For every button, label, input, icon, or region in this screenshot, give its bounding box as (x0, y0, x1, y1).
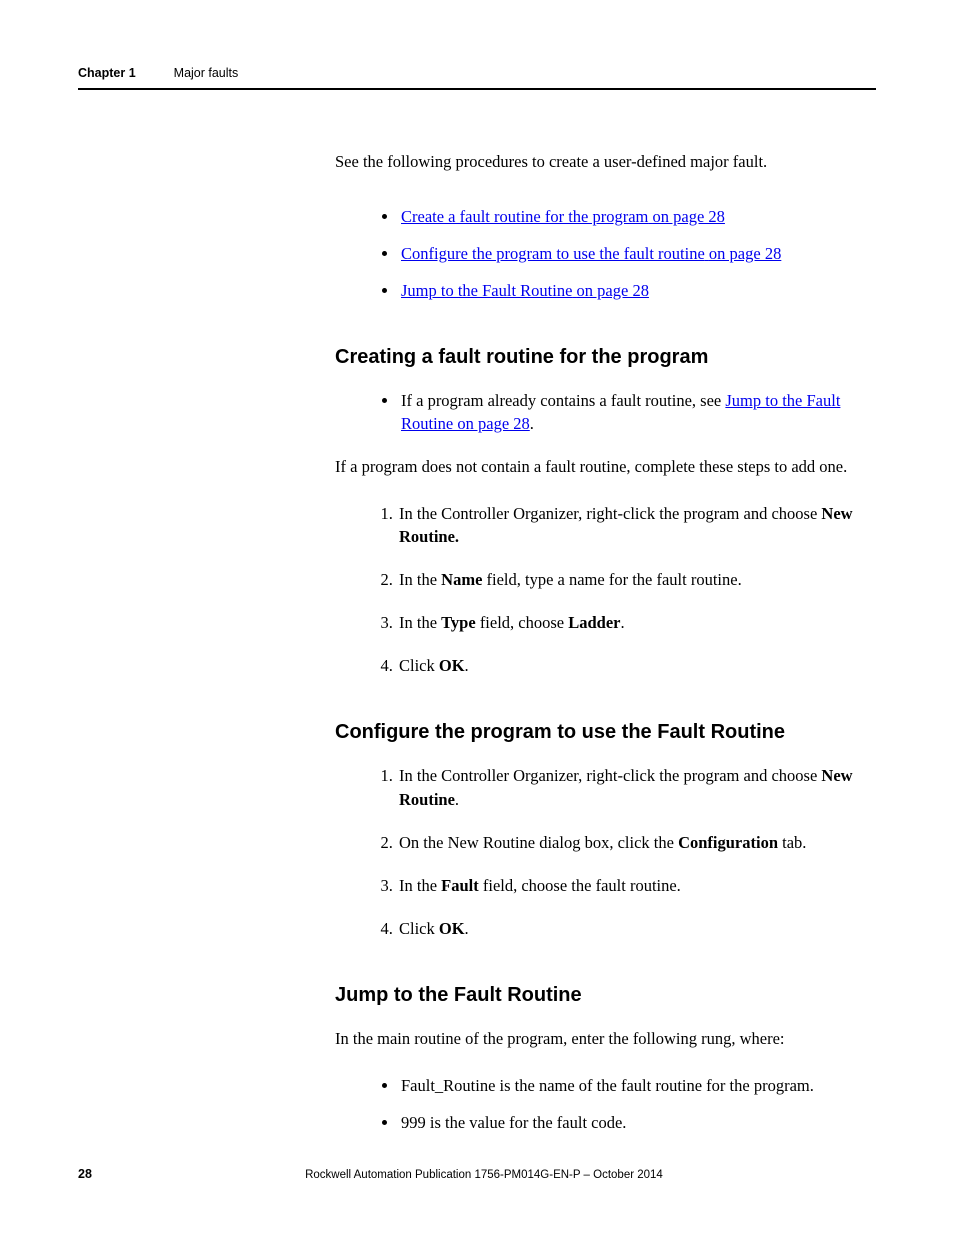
page-header: Chapter 1 Major faults (78, 66, 876, 90)
heading-jump-fault-routine: Jump to the Fault Routine (335, 984, 876, 1007)
page-number: 28 (78, 1167, 92, 1181)
section2-steps: In the Controller Organizer, right-click… (397, 764, 876, 939)
chapter-label: Chapter 1 (78, 66, 136, 80)
chapter-title: Major faults (174, 66, 239, 80)
procedure-links-list: Create a fault routine for the program o… (399, 205, 876, 302)
page-footer: 28 Rockwell Automation Publication 1756-… (78, 1167, 876, 1181)
list-item: On the New Routine dialog box, click the… (397, 831, 876, 854)
list-item: Click OK. (397, 654, 876, 677)
list-item: Click OK. (397, 917, 876, 940)
list-item: Configure the program to use the fault r… (399, 242, 876, 265)
section1-steps: In the Controller Organizer, right-click… (397, 502, 876, 677)
list-item: Jump to the Fault Routine on page 28 (399, 279, 876, 302)
main-content: See the following procedures to create a… (335, 150, 876, 1134)
list-item: In the Name field, type a name for the f… (397, 568, 876, 591)
list-item: In the Type field, choose Ladder. (397, 611, 876, 634)
list-item: 999 is the value for the fault code. (399, 1111, 876, 1134)
list-item: If a program already contains a fault ro… (399, 389, 876, 435)
section1-paragraph: If a program does not contain a fault ro… (335, 455, 876, 480)
list-item: In the Fault field, choose the fault rou… (397, 874, 876, 897)
link-jump-fault-routine[interactable]: Jump to the Fault Routine on page 28 (401, 281, 649, 300)
link-create-fault-routine[interactable]: Create a fault routine for the program o… (401, 207, 725, 226)
section3-paragraph: In the main routine of the program, ente… (335, 1027, 876, 1052)
link-configure-program[interactable]: Configure the program to use the fault r… (401, 244, 781, 263)
heading-creating-fault-routine: Creating a fault routine for the program (335, 346, 876, 369)
heading-configure-program: Configure the program to use the Fault R… (335, 721, 876, 744)
list-item: Create a fault routine for the program o… (399, 205, 876, 228)
list-item: In the Controller Organizer, right-click… (397, 502, 876, 548)
section1-bullet-list: If a program already contains a fault ro… (399, 389, 876, 435)
intro-paragraph: See the following procedures to create a… (335, 150, 876, 175)
list-item: Fault_Routine is the name of the fault r… (399, 1074, 876, 1097)
section3-bullets: Fault_Routine is the name of the fault r… (399, 1074, 876, 1134)
publication-info: Rockwell Automation Publication 1756-PM0… (92, 1169, 876, 1181)
list-item: In the Controller Organizer, right-click… (397, 764, 876, 810)
